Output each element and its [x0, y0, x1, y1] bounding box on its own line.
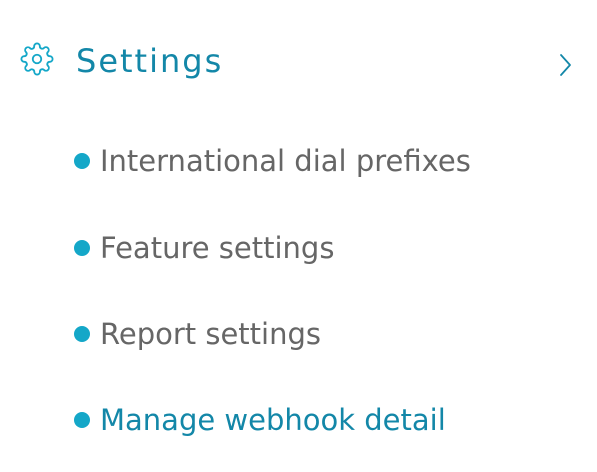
settings-menu-header[interactable]: Settings	[0, 0, 597, 120]
menu-item-label: Report settings	[100, 317, 321, 351]
menu-item-international-dial-prefixes[interactable]: International dial prefixes	[74, 136, 574, 186]
chevron-right-icon[interactable]	[555, 52, 575, 78]
menu-item-label: International dial prefixes	[100, 144, 471, 178]
settings-title: Settings	[76, 42, 224, 80]
bullet-dot	[74, 412, 90, 428]
menu-item-manage-webhook-detail[interactable]: Manage webhook detail	[74, 395, 574, 445]
bullet-dot	[74, 153, 90, 169]
bullet-dot	[74, 326, 90, 342]
menu-item-report-settings[interactable]: Report settings	[74, 309, 574, 359]
bullet-dot	[74, 240, 90, 256]
menu-item-label: Feature settings	[100, 231, 335, 265]
gear-icon	[20, 42, 54, 76]
menu-item-label: Manage webhook detail	[100, 403, 446, 437]
settings-menu: Settings International dial prefixes Fea…	[0, 0, 597, 472]
menu-item-feature-settings[interactable]: Feature settings	[74, 223, 574, 273]
